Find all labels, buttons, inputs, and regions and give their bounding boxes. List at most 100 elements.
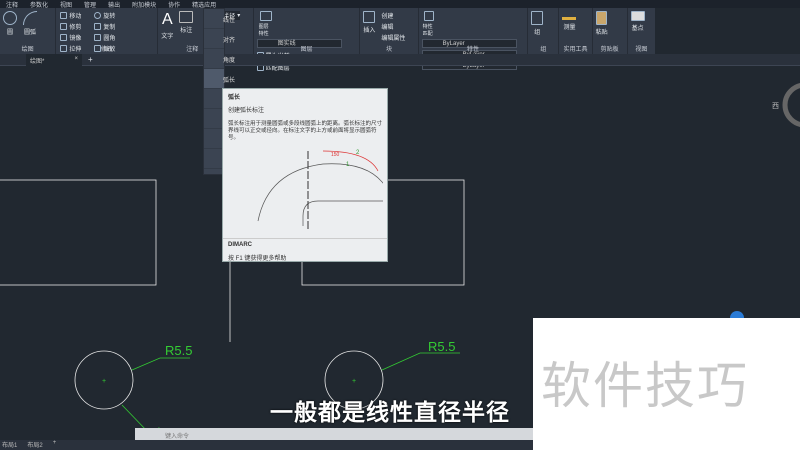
clipboard-panel: 粘贴 剪贴板 (593, 8, 628, 54)
dimension-icon (179, 11, 194, 23)
edit-attr-button[interactable]: 编辑属性 (381, 33, 405, 42)
tooltip-help: 按 F1 键获得更多帮助 (228, 256, 287, 262)
tab-layout2[interactable]: 布局2 (27, 440, 42, 450)
ribbon: 圆 圆弧 绘图 移动 旋转 修剪 复制 镜像 圆角 拉伸 缩放 阵列 修改 A文… (0, 8, 655, 72)
circle-label: 圆 (6, 30, 13, 36)
dimension-r5-5-left[interactable]: R5.5 (165, 343, 192, 358)
flyout-radius[interactable]: 半径 (204, 89, 235, 109)
circle-icon (3, 11, 17, 25)
flyout-ordinate[interactable]: 坐标 (204, 129, 235, 149)
insert-icon (363, 11, 376, 23)
base-icon (630, 11, 645, 21)
tab-layout1[interactable]: 布局1 (2, 440, 17, 450)
edit-block-button[interactable]: 编辑 (381, 22, 405, 31)
properties-panel-title[interactable]: 特性 (419, 44, 528, 53)
match-properties-button[interactable]: 特性匹配 (422, 11, 436, 37)
flyout-aligned-label: 对齐 (223, 38, 236, 44)
fillet-icon (94, 34, 102, 41)
edit-attr-label: 编辑属性 (381, 36, 406, 42)
flyout-linear-label: 线性 (223, 18, 236, 24)
close-icon[interactable]: × (74, 56, 78, 62)
menu-bar: 注释 参数化 视图 管理 输出 附加模块 协作 精选应用 (0, 0, 800, 9)
view-panel: 基点 视图 (628, 8, 655, 54)
trim-label: 修剪 (69, 25, 82, 31)
paste-label: 粘贴 (595, 30, 608, 36)
view-panel-title[interactable]: 视图 (628, 44, 655, 53)
edit-block-label: 编辑 (381, 25, 394, 31)
group-button[interactable]: 组 (531, 11, 544, 36)
layer-stack-icon (259, 11, 272, 21)
modify-panel-title[interactable]: 修改 (56, 44, 157, 53)
base-button[interactable]: 基点 (630, 11, 645, 32)
rotate-icon (94, 12, 102, 19)
mirror-label: 镜像 (69, 36, 82, 42)
trim-button[interactable]: 修剪 (60, 22, 88, 31)
clipboard-icon (596, 11, 608, 25)
measure-button[interactable]: 测量 (562, 11, 577, 31)
move-label: 移动 (69, 14, 82, 20)
create-block-label: 创建 (381, 14, 394, 20)
viewcube-west[interactable]: 西 (772, 102, 779, 110)
doc-tab-drawing[interactable]: 绘图* × (26, 54, 82, 66)
flyout-angular[interactable]: 角度 (204, 49, 235, 69)
rotate-button[interactable]: 旋转 (94, 11, 122, 20)
dimension-r5-5-right[interactable]: R5.5 (428, 339, 455, 354)
fig-n2: 2 (356, 150, 360, 156)
fillet-button[interactable]: 圆角 (94, 33, 122, 42)
flyout-arc-length[interactable]: 弧长 (204, 69, 235, 89)
measure-label: 测量 (563, 25, 576, 31)
flyout-aligned[interactable]: 对齐 (204, 29, 235, 49)
arc-icon (23, 11, 37, 25)
flyout-jogged[interactable]: 折弯 (204, 149, 235, 169)
flyout-linear[interactable]: 线性 (204, 9, 235, 29)
tooltip-description: 弧长标注用于测量圆弧或多段线圆弧上的距离。弧长标注的尺寸界线可以正交或径向。在标… (228, 121, 383, 141)
draw-panel-title[interactable]: 绘图 (0, 44, 55, 53)
tooltip-separator (223, 238, 387, 239)
dimension-label: 标注 (180, 28, 193, 34)
flyout-arc-label: 弧长 (223, 78, 236, 84)
match-properties-icon (423, 11, 434, 21)
arc-label: 圆弧 (23, 30, 36, 36)
circle-button[interactable]: 圆 (3, 11, 17, 36)
trim-icon (60, 23, 68, 30)
leader-r2 (381, 352, 460, 371)
move-button[interactable]: 移动 (60, 11, 88, 20)
command-line[interactable]: 键入命令 (135, 428, 533, 440)
group-label: 组 (534, 30, 541, 36)
text-icon: A (161, 11, 173, 28)
rectangle-left[interactable] (0, 179, 157, 286)
new-tab-icon[interactable]: + (88, 55, 93, 64)
base-label: 基点 (631, 26, 644, 32)
add-layout-button[interactable]: + (53, 440, 57, 450)
chevron-down-icon: ▾ (237, 13, 241, 19)
center-mark: + (102, 378, 106, 385)
create-block-button[interactable]: 创建 (381, 11, 405, 20)
watermark-text: 软件技巧 (541, 358, 749, 414)
layer-properties-label: 图层特性 (258, 24, 269, 37)
viewcube-ring[interactable] (782, 83, 800, 127)
draw-panel: 圆 圆弧 绘图 (0, 8, 57, 54)
layers-panel-title[interactable]: 图层 (254, 44, 360, 53)
block-panel-title[interactable]: 块 (360, 44, 417, 53)
paste-button[interactable]: 粘贴 (596, 11, 608, 36)
layer-properties-button[interactable]: 图层特性 (257, 11, 275, 37)
flyout-diameter[interactable]: 直径 (204, 109, 235, 129)
text-label: 文字 (161, 34, 174, 40)
copy-label: 复制 (103, 25, 116, 31)
groups-panel-title[interactable]: 组 (528, 44, 558, 53)
tooltip-illustration: 150 1 2 (257, 150, 389, 231)
modify-panel: 移动 旋转 修剪 复制 镜像 圆角 拉伸 缩放 阵列 修改 (56, 8, 159, 64)
clipboard-panel-title[interactable]: 剪贴板 (593, 44, 627, 53)
copy-icon (94, 23, 102, 30)
leader-r1 (131, 357, 190, 371)
utilities-panel-title[interactable]: 实用工具 (559, 44, 591, 53)
copy-button[interactable]: 复制 (94, 22, 122, 31)
watermark: 软件技巧 (533, 318, 800, 450)
dimension-button[interactable]: 标注 (179, 11, 194, 40)
layers-panel: 图层特性 图实线 置为当前 匹配图层 图层 (254, 8, 361, 72)
arc-button[interactable]: 圆弧 (23, 11, 37, 36)
text-button[interactable]: A 文字 (161, 11, 173, 40)
utilities-panel: 测量 实用工具 (559, 8, 593, 54)
insert-button[interactable]: 插入 (363, 11, 375, 42)
mirror-button[interactable]: 镜像 (60, 33, 88, 42)
